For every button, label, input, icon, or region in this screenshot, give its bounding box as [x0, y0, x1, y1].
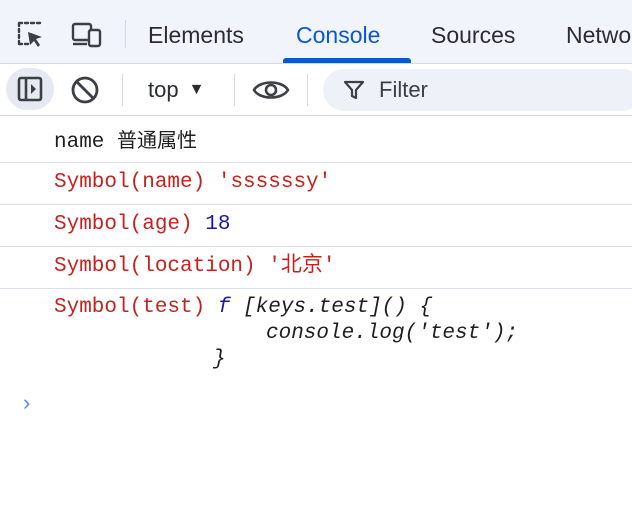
- string-value: 'ssssssy': [217, 171, 332, 194]
- log-row: name 普通属性: [0, 117, 632, 163]
- sidebar-toggle-icon: [17, 76, 43, 102]
- console-toolbar: top ▼ Filter: [0, 64, 632, 116]
- filter-icon: [343, 80, 365, 100]
- toolbar-separator: [122, 74, 123, 106]
- caret-down-icon: ▼: [188, 81, 205, 98]
- eye-icon: [252, 81, 290, 99]
- log-text: 普通属性: [117, 128, 198, 152]
- toolbar-separator: [307, 74, 308, 106]
- tab-console[interactable]: Console: [296, 22, 380, 49]
- filter-input[interactable]: Filter: [323, 69, 632, 111]
- log-text: name: [54, 131, 105, 154]
- tab-network[interactable]: Netwo: [566, 22, 631, 49]
- live-expression-button[interactable]: [250, 73, 292, 107]
- tabbar-separator: [125, 20, 126, 48]
- context-label: top: [148, 77, 179, 102]
- number-value: 18: [205, 213, 231, 236]
- devtools-tabbar: Elements Console Sources Netwo: [0, 0, 632, 64]
- console-prompt[interactable]: ›: [20, 392, 33, 417]
- inspect-icon[interactable]: [14, 18, 48, 52]
- log-row: Symbol(location) '北京': [0, 247, 632, 289]
- function-close: }: [213, 348, 226, 371]
- tab-elements[interactable]: Elements: [148, 22, 244, 49]
- log-row: Symbol(test) f [keys.test]() { console.l…: [0, 289, 632, 381]
- clear-console-button[interactable]: [68, 73, 102, 107]
- clear-console-icon: [71, 76, 99, 104]
- device-toolbar-icon[interactable]: [70, 18, 104, 52]
- context-selector[interactable]: top ▼: [148, 77, 204, 103]
- symbol-key: Symbol(location): [54, 255, 256, 278]
- function-body: console.log('test');: [266, 322, 519, 345]
- filter-placeholder: Filter: [379, 77, 428, 102]
- toolbar-separator: [234, 74, 235, 106]
- function-marker: f: [217, 296, 231, 319]
- log-row: Symbol(age) 18: [0, 205, 632, 247]
- log-row: Symbol(name) 'ssssssy': [0, 163, 632, 205]
- tab-sources[interactable]: Sources: [431, 22, 515, 49]
- sidebar-toggle-button[interactable]: [6, 68, 54, 110]
- symbol-key: Symbol(name): [54, 171, 206, 194]
- function-signature: [keys.test]() {: [243, 296, 433, 319]
- string-value: '北京': [268, 255, 336, 278]
- symbol-key: Symbol(age): [54, 213, 193, 236]
- active-tab-indicator: [283, 58, 411, 63]
- symbol-key: Symbol(test): [54, 296, 206, 319]
